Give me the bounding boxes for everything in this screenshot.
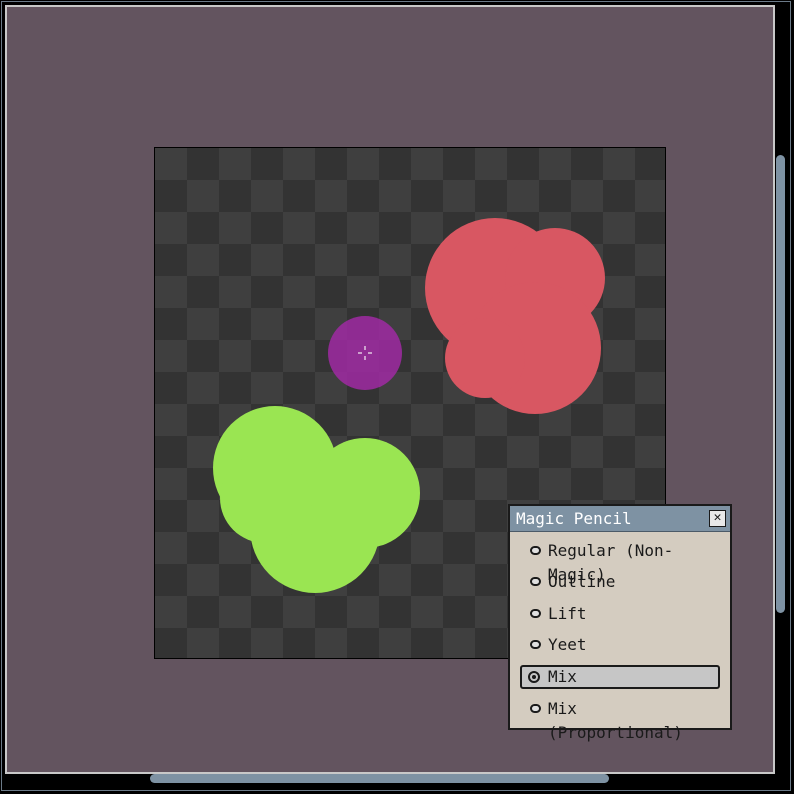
radio-icon [530, 609, 541, 618]
panel-title-bar[interactable]: Magic Pencil [510, 506, 730, 532]
option-label: Mix (Proportional) [548, 699, 683, 742]
option-label: Lift [548, 604, 587, 623]
brush-cursor [328, 316, 402, 390]
option-yeet[interactable]: Yeet [520, 633, 720, 657]
green-blob [213, 406, 420, 593]
option-mix-proportional[interactable]: Mix (Proportional) [520, 697, 720, 742]
option-label: Outline [548, 572, 616, 591]
panel-title: Magic Pencil [516, 509, 632, 528]
magic-pencil-panel: Magic Pencil ✕ Regular (Non-Magic) Outli… [508, 504, 732, 742]
option-label: Yeet [548, 635, 587, 654]
radio-icon [530, 546, 541, 555]
option-lift[interactable]: Lift [520, 602, 720, 626]
radio-icon [530, 704, 541, 713]
horizontal-scrollbar-thumb[interactable] [150, 774, 609, 783]
option-regular-non-magic[interactable]: Regular (Non-Magic) [520, 539, 720, 584]
vertical-scrollbar-thumb[interactable] [776, 155, 785, 613]
option-mix[interactable]: Mix [520, 665, 720, 689]
close-x-icon[interactable]: ✕ [709, 510, 726, 527]
option-outline[interactable]: Outline [520, 570, 720, 594]
red-blob [425, 218, 605, 414]
option-label: Mix [548, 667, 577, 686]
radio-icon [530, 577, 541, 586]
app-window: Magic Pencil ✕ Regular (Non-Magic) Outli… [0, 0, 794, 794]
radio-icon [530, 640, 541, 649]
radio-selected-icon [528, 671, 540, 683]
